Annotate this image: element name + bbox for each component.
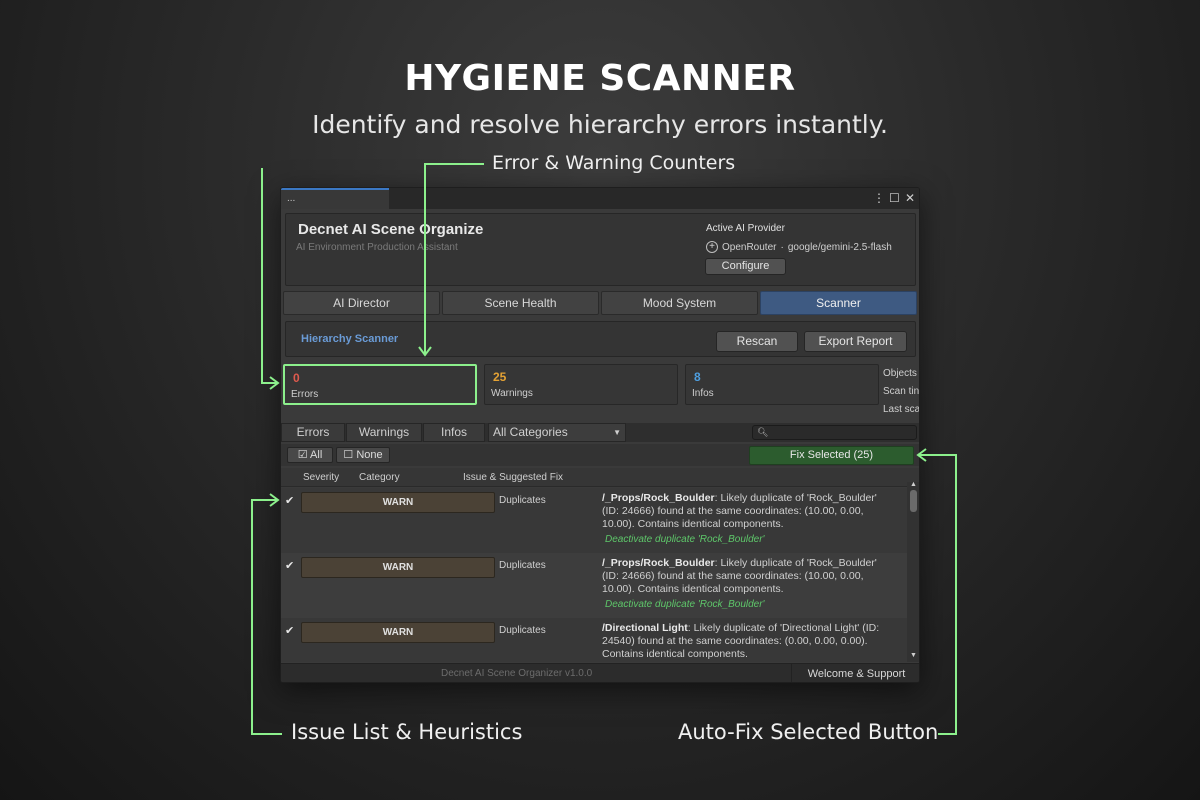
callout-line-errors: [261, 168, 278, 384]
callout-line-counters: [424, 163, 484, 355]
callout-lines: [251, 163, 957, 735]
callout-line-issue-list: [251, 499, 282, 735]
callout-line-auto-fix: [918, 454, 957, 735]
